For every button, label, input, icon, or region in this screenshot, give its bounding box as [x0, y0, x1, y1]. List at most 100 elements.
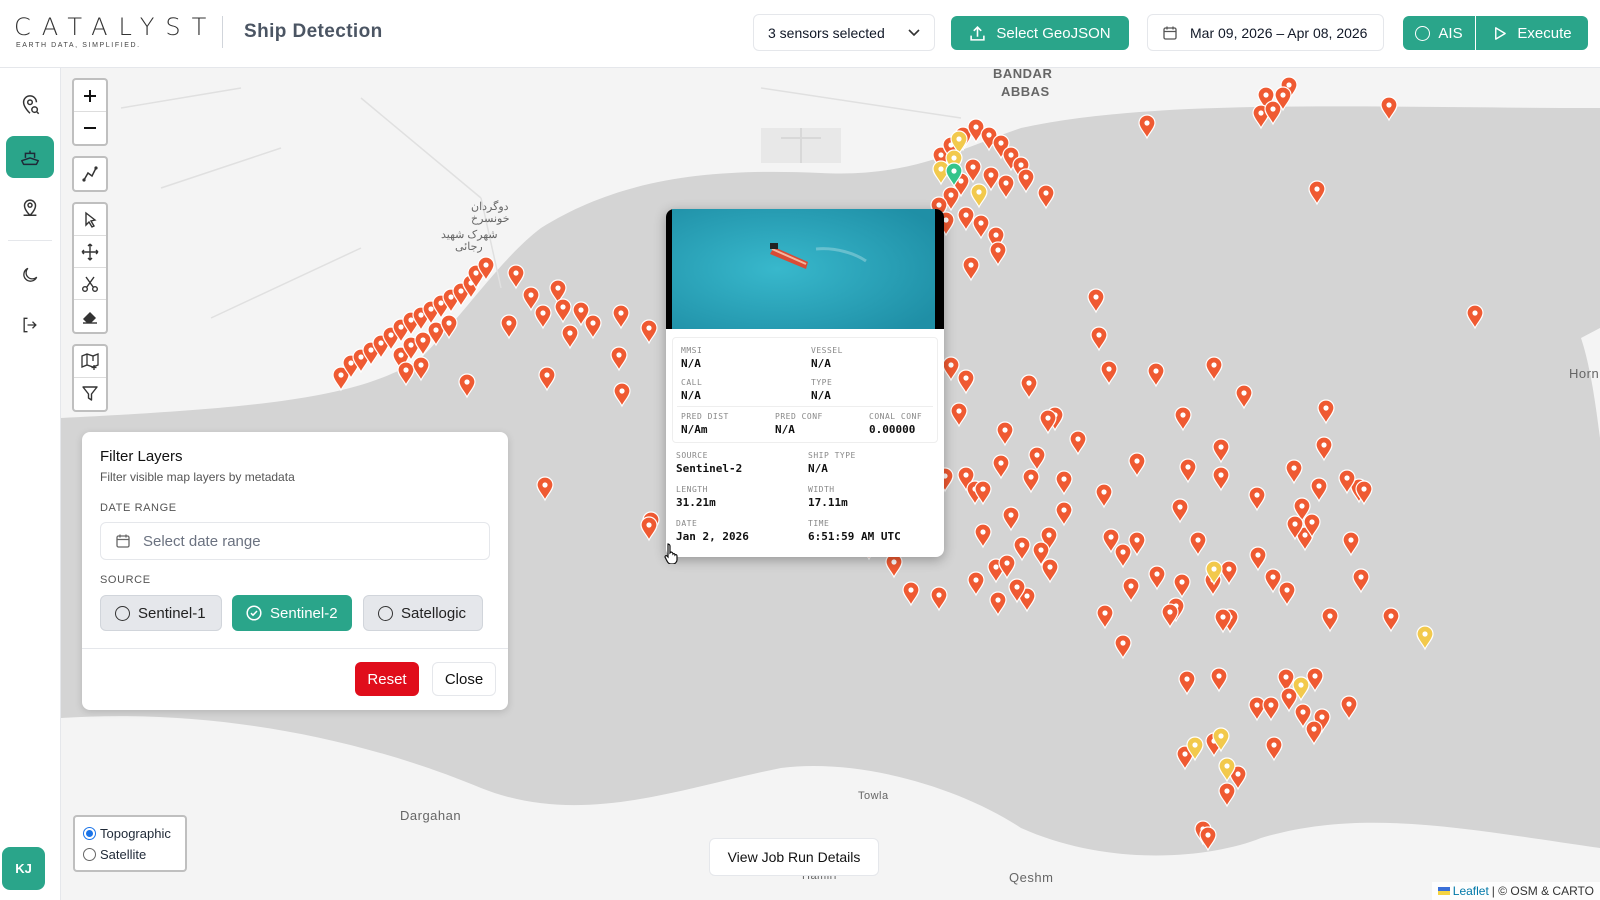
- ship-detection-marker[interactable]: [1020, 374, 1038, 400]
- ship-detection-marker[interactable]: [1128, 452, 1146, 478]
- ship-detection-marker[interactable]: [640, 516, 658, 542]
- ship-detection-marker[interactable]: [1039, 409, 1057, 435]
- ship-detection-marker[interactable]: [1090, 326, 1108, 352]
- sidebar-item-ship-detection[interactable]: [6, 136, 54, 178]
- ship-detection-marker[interactable]: [957, 206, 975, 232]
- ship-detection-marker[interactable]: [1114, 543, 1132, 569]
- ship-detection-marker[interactable]: [942, 356, 960, 382]
- ship-detection-marker[interactable]: [1178, 670, 1196, 696]
- ship-detection-marker[interactable]: [1317, 399, 1335, 425]
- user-avatar[interactable]: KJ: [2, 847, 45, 890]
- ship-detection-marker[interactable]: [458, 373, 476, 399]
- ship-detection-marker[interactable]: [1069, 430, 1087, 456]
- ship-detection-marker[interactable]: [1017, 168, 1035, 194]
- ship-detection-marker[interactable]: [640, 319, 658, 345]
- ship-detection-marker[interactable]: [997, 174, 1015, 200]
- ship-detection-marker[interactable]: [536, 476, 554, 502]
- ship-detection-marker[interactable]: [989, 241, 1007, 267]
- ship-detection-marker[interactable]: [613, 382, 631, 408]
- satellite-radio[interactable]: [83, 848, 96, 861]
- ship-detection-marker[interactable]: [1087, 288, 1105, 314]
- ship-detection-marker[interactable]: [500, 314, 518, 340]
- ship-detection-marker[interactable]: [1265, 736, 1283, 762]
- ship-detection-marker[interactable]: [1161, 603, 1179, 629]
- ship-detection-marker[interactable]: [1210, 667, 1228, 693]
- ship-detection-marker[interactable]: [972, 214, 990, 240]
- ship-detection-marker[interactable]: [561, 324, 579, 350]
- ship-detection-marker[interactable]: [1028, 446, 1046, 472]
- ship-detection-marker[interactable]: [1055, 501, 1073, 527]
- ship-detection-marker[interactable]: [1212, 438, 1230, 464]
- source-chip-sentinel-1[interactable]: Sentinel-1: [100, 595, 222, 631]
- ship-detection-marker[interactable]: [1205, 356, 1223, 382]
- sensor-select-dropdown[interactable]: 3 sensors selected: [753, 14, 935, 51]
- ship-detection-marker[interactable]: [610, 346, 628, 372]
- ship-detection-marker[interactable]: [1147, 362, 1165, 388]
- ship-detection-marker[interactable]: [1218, 782, 1236, 808]
- ship-detection-marker[interactable]: [1095, 483, 1113, 509]
- ship-detection-marker[interactable]: [1262, 696, 1280, 722]
- edit-pointer-button[interactable]: [74, 204, 106, 236]
- source-chip-satellogic[interactable]: Satellogic: [363, 595, 483, 631]
- ship-detection-marker[interactable]: [1248, 486, 1266, 512]
- ship-detection-marker[interactable]: [412, 356, 430, 382]
- ais-toggle-button[interactable]: AIS: [1403, 16, 1475, 50]
- sidebar-item-locations[interactable]: [6, 84, 54, 126]
- filter-layers-button[interactable]: [74, 378, 106, 410]
- ship-detection-marker[interactable]: [1310, 477, 1328, 503]
- ship-detection-marker[interactable]: [1352, 568, 1370, 594]
- ship-detection-marker[interactable]: [1416, 625, 1434, 651]
- ship-detection-marker[interactable]: [1380, 96, 1398, 122]
- ship-detection-marker[interactable]: [554, 298, 572, 324]
- source-chip-sentinel-2[interactable]: Sentinel-2: [232, 595, 352, 631]
- ship-detection-marker[interactable]: [996, 421, 1014, 447]
- ship-detection-marker[interactable]: [1189, 531, 1207, 557]
- ship-detection-marker[interactable]: [950, 402, 968, 428]
- draw-polyline-button[interactable]: [74, 158, 106, 190]
- filter-date-range-input[interactable]: Select date range: [100, 522, 490, 560]
- ship-detection-marker[interactable]: [397, 361, 415, 387]
- ship-detection-marker[interactable]: [1055, 470, 1073, 496]
- ship-detection-marker[interactable]: [1278, 581, 1296, 607]
- ship-detection-marker[interactable]: [1285, 459, 1303, 485]
- ship-detection-marker[interactable]: [522, 286, 540, 312]
- zoom-in-button[interactable]: [74, 80, 106, 112]
- ship-detection-marker[interactable]: [1138, 114, 1156, 140]
- ship-detection-marker[interactable]: [1248, 696, 1266, 722]
- ship-detection-marker[interactable]: [1179, 458, 1197, 484]
- ship-detection-marker[interactable]: [967, 571, 985, 597]
- ship-detection-marker[interactable]: [534, 304, 552, 330]
- ship-detection-marker[interactable]: [1382, 607, 1400, 633]
- ship-detection-marker[interactable]: [1306, 667, 1324, 693]
- ship-detection-marker[interactable]: [1171, 498, 1189, 524]
- ship-detection-marker[interactable]: [1114, 634, 1132, 660]
- ship-detection-marker[interactable]: [1280, 687, 1298, 713]
- topographic-radio[interactable]: [83, 827, 96, 840]
- ship-detection-marker[interactable]: [584, 314, 602, 340]
- ship-detection-marker[interactable]: [974, 523, 992, 549]
- ship-detection-marker[interactable]: [1100, 360, 1118, 386]
- ship-detection-marker[interactable]: [885, 553, 903, 579]
- ship-detection-marker[interactable]: [989, 591, 1007, 617]
- move-button[interactable]: [74, 236, 106, 268]
- ship-detection-marker[interactable]: [1002, 506, 1020, 532]
- ship-detection-marker[interactable]: [1022, 468, 1040, 494]
- date-range-picker[interactable]: Mar 09, 2026 – Apr 08, 2026: [1147, 14, 1384, 51]
- cut-button[interactable]: [74, 268, 106, 300]
- ship-detection-marker[interactable]: [1174, 406, 1192, 432]
- ship-detection-marker[interactable]: [1037, 184, 1055, 210]
- erase-button[interactable]: [74, 300, 106, 332]
- ship-detection-marker[interactable]: [1264, 100, 1282, 126]
- sidebar-item-user-location[interactable]: [6, 186, 54, 228]
- ship-detection-marker[interactable]: [1315, 436, 1333, 462]
- ship-detection-marker[interactable]: [1220, 560, 1238, 586]
- zoom-out-button[interactable]: [74, 112, 106, 144]
- ship-detection-marker[interactable]: [1199, 826, 1217, 852]
- view-job-run-details-button[interactable]: View Job Run Details: [709, 838, 879, 876]
- ship-detection-marker[interactable]: [1321, 607, 1339, 633]
- ship-detection-marker[interactable]: [1235, 384, 1253, 410]
- close-button[interactable]: Close: [432, 662, 496, 696]
- select-geojson-button[interactable]: Select GeoJSON: [951, 16, 1129, 50]
- base-layer-satellite[interactable]: Satellite: [83, 844, 177, 865]
- ship-detection-marker[interactable]: [1305, 720, 1323, 746]
